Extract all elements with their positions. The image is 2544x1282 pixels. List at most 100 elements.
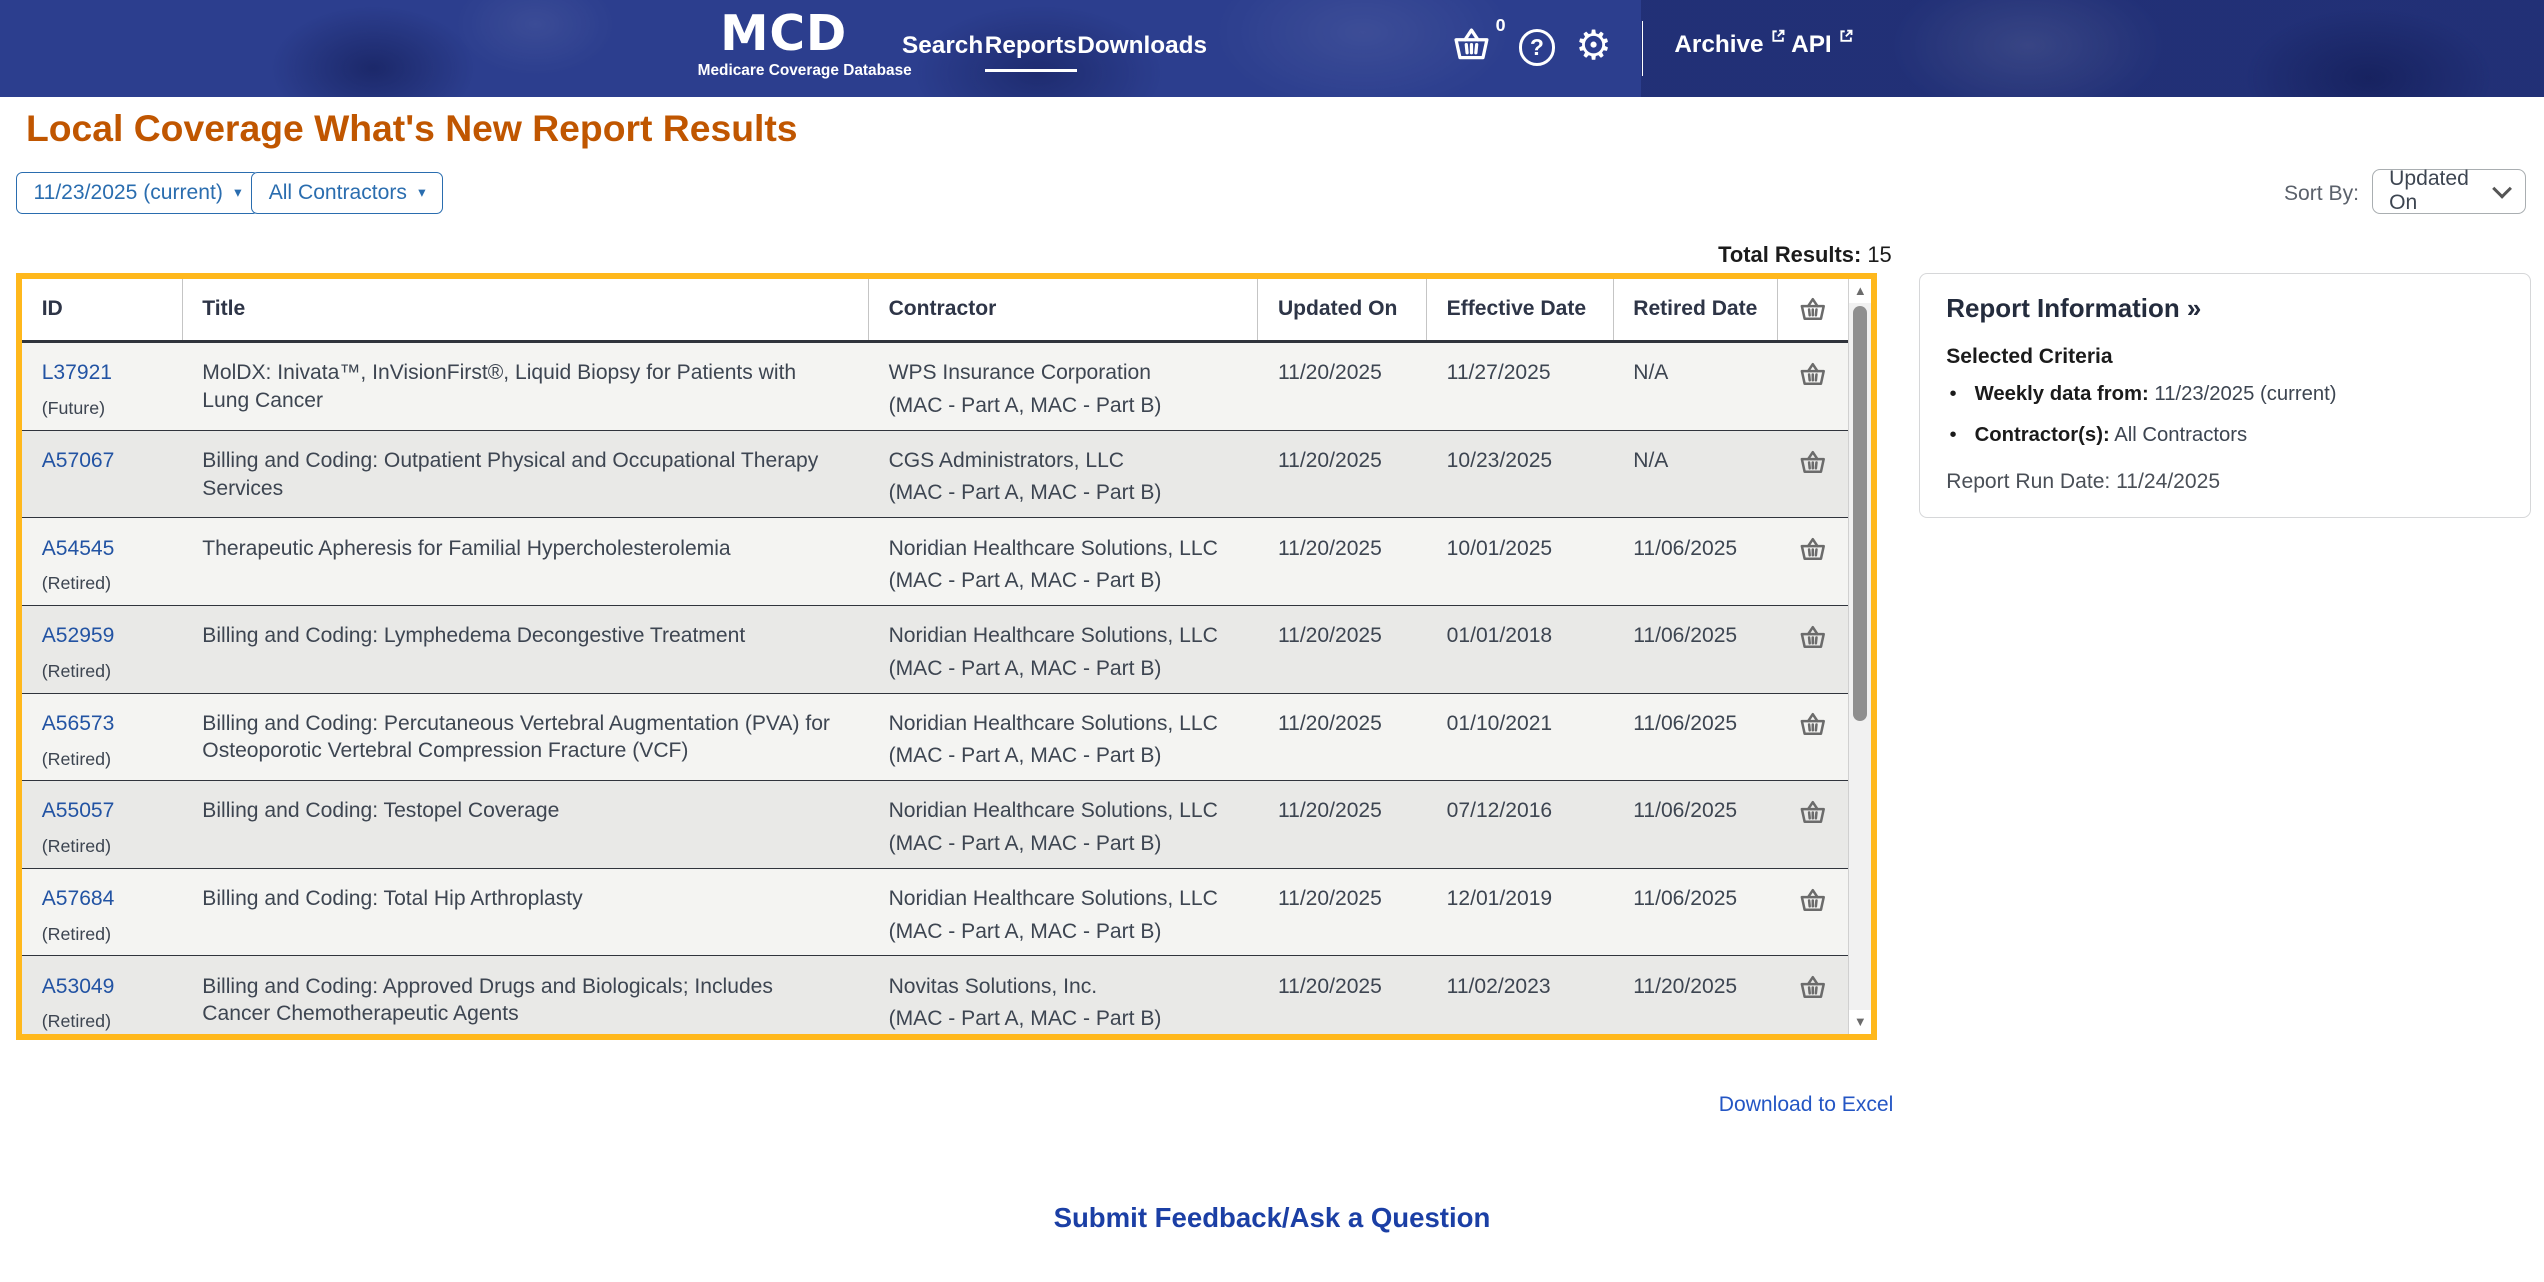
col-header-updated-on: Updated On <box>1258 278 1428 341</box>
document-title: MolDX: Inivata™, InVisionFirst®, Liquid … <box>202 361 797 412</box>
criteria-label: Contractor(s): <box>1974 424 2110 447</box>
nav-search[interactable]: Search <box>902 32 983 60</box>
table-scrollbar[interactable]: ▲ ▼ <box>1848 278 1872 1034</box>
retired-date-cell: 11/20/2025 <box>1614 956 1778 1033</box>
add-to-basket-icon[interactable] <box>1799 974 1827 1000</box>
document-title: Billing and Coding: Total Hip Arthroplas… <box>202 887 583 911</box>
mcd-logo-title: MCD <box>720 5 848 62</box>
effective-date: 11/27/2025 <box>1446 361 1551 385</box>
retired-date-cell: N/A <box>1614 343 1778 430</box>
contractor-name: Novitas Solutions, Inc. <box>888 974 1098 998</box>
contractor-name: Noridian Healthcare Solutions, LLC <box>888 799 1218 823</box>
basket-cell <box>1778 694 1849 781</box>
add-to-basket-icon[interactable] <box>1799 449 1827 475</box>
document-id-link[interactable]: A55057 <box>42 797 115 825</box>
effective-date-cell: 10/01/2025 <box>1427 518 1614 605</box>
add-to-basket-icon[interactable] <box>1799 799 1827 825</box>
table-row: A56573 (Retired) Billing and Coding: Per… <box>22 693 1849 782</box>
selected-criteria-heading: Selected Criteria <box>1946 344 2113 368</box>
help-icon[interactable]: ? <box>1518 29 1556 67</box>
contractor-type: (MAC - Part A, MAC - Part B) <box>888 831 1162 855</box>
nav-downloads[interactable]: Downloads <box>1077 32 1207 60</box>
title-cell: Billing and Coding: Testopel Coverage <box>183 781 869 868</box>
add-to-basket-icon[interactable] <box>1799 361 1827 387</box>
title-cell: Therapeutic Apheresis for Familial Hyper… <box>183 518 869 605</box>
document-id-link[interactable]: A54545 <box>42 535 115 563</box>
gear-icon[interactable]: ⚙ <box>1575 21 1611 70</box>
sort-by-value: Updated On <box>2389 167 2469 215</box>
contractor-type: (MAC - Part A, MAC - Part B) <box>888 393 1162 417</box>
nav-reports[interactable]: Reports <box>984 32 1077 72</box>
retired-date: 11/06/2025 <box>1633 624 1738 648</box>
effective-date: 10/01/2025 <box>1446 536 1553 560</box>
document-id-link[interactable]: A52959 <box>42 622 115 650</box>
retired-date-cell: 11/06/2025 <box>1614 606 1778 693</box>
table-row: A52959 (Retired) Billing and Coding: Lym… <box>22 606 1849 694</box>
contractor-type: (MAC - Part A, MAC - Part B) <box>888 1007 1162 1031</box>
id-cell: A55057 (Retired) <box>22 781 183 868</box>
criteria-label: Weekly data from: <box>1974 383 2149 406</box>
document-status: (Retired) <box>41 660 112 681</box>
contractor-name: Noridian Healthcare Solutions, LLC <box>888 536 1218 560</box>
add-to-basket-icon[interactable] <box>1799 536 1827 562</box>
total-results-label: Total Results: <box>1718 241 1862 267</box>
effective-date-cell: 11/02/2023 <box>1427 956 1614 1033</box>
report-information-heading[interactable]: Report Information » <box>1946 295 2504 324</box>
document-id-link[interactable]: A57684 <box>42 885 115 913</box>
week-filter-value: 11/23/2025 (current) <box>33 181 223 205</box>
basket-icon <box>1454 28 1489 60</box>
col-header-contractor: Contractor <box>869 278 1259 341</box>
criteria-value: 11/23/2025 (current) <box>2154 383 2337 406</box>
contractor-cell: Noridian Healthcare Solutions, LLC (MAC … <box>869 869 1258 956</box>
col-header-retired-date: Retired Date <box>1614 278 1778 341</box>
report-run-date-label: Report Run Date: <box>1946 469 2111 493</box>
contractor-cell: Noridian Healthcare Solutions, LLC (MAC … <box>869 518 1258 605</box>
scroll-up-button[interactable]: ▲ <box>1849 278 1872 303</box>
updated-on: 11/20/2025 <box>1277 536 1382 560</box>
document-status: (Retired) <box>41 748 112 769</box>
document-id-link[interactable]: A56573 <box>42 710 115 738</box>
updated-on-cell: 11/20/2025 <box>1258 606 1427 693</box>
add-to-basket-icon[interactable] <box>1799 624 1827 650</box>
document-title: Billing and Coding: Lymphedema Decongest… <box>202 624 746 648</box>
contractor-filter-dropdown[interactable]: All Contractors ▾ <box>251 171 443 215</box>
basket-cell <box>1778 431 1849 518</box>
document-status: (Retired) <box>41 836 112 857</box>
document-id-link[interactable]: L37921 <box>42 359 112 387</box>
sort-by-select[interactable]: Updated On <box>2371 167 2527 215</box>
scroll-down-button[interactable]: ▼ <box>1849 1009 1872 1034</box>
mcd-logo[interactable]: MCD Medicare Coverage Database <box>698 5 912 80</box>
archive-link[interactable]: Archive <box>1674 29 1786 59</box>
week-filter-dropdown[interactable]: 11/23/2025 (current) ▾ <box>16 171 259 215</box>
results-table: ID Title Contractor Updated On Effective… <box>16 272 1878 1040</box>
retired-date-cell: N/A <box>1614 431 1778 518</box>
criteria-value: All Contractors <box>2114 424 2248 447</box>
contractor-name: WPS Insurance Corporation <box>888 361 1151 385</box>
scrollbar-thumb[interactable] <box>1852 306 1868 722</box>
add-to-basket-icon[interactable] <box>1799 887 1827 913</box>
document-title: Billing and Coding: Outpatient Physical … <box>202 449 819 500</box>
contractor-type: (MAC - Part A, MAC - Part B) <box>888 569 1162 593</box>
updated-on: 11/20/2025 <box>1277 711 1382 735</box>
effective-date-cell: 11/27/2025 <box>1427 343 1614 430</box>
effective-date: 12/01/2019 <box>1446 887 1553 911</box>
add-to-basket-icon[interactable] <box>1799 711 1827 737</box>
contractor-name: Noridian Healthcare Solutions, LLC <box>888 887 1218 911</box>
document-id-link[interactable]: A57067 <box>42 447 115 475</box>
effective-date-cell: 07/12/2016 <box>1427 781 1614 868</box>
submit-feedback-link[interactable]: Submit Feedback/Ask a Question <box>0 1202 2544 1234</box>
updated-on: 11/20/2025 <box>1277 361 1382 385</box>
title-cell: Billing and Coding: Total Hip Arthroplas… <box>183 869 869 956</box>
basket-button[interactable]: 0 <box>1452 15 1506 69</box>
mcd-app: MCD Medicare Coverage Database Search Re… <box>0 0 2544 1282</box>
basket-cell <box>1778 343 1849 430</box>
col-header-title: Title <box>183 278 870 341</box>
page-title: Local Coverage What's New Report Results <box>25 107 798 150</box>
api-link[interactable]: API <box>1791 29 1854 59</box>
bullet: • <box>1949 383 1957 406</box>
document-id-link[interactable]: A53049 <box>42 973 115 1001</box>
col-header-effective-date: Effective Date <box>1427 278 1614 341</box>
download-to-excel-link[interactable]: Download to Excel <box>0 1093 1894 1117</box>
title-cell: Billing and Coding: Percutaneous Vertebr… <box>183 694 869 781</box>
contractor-cell: Noridian Healthcare Solutions, LLC (MAC … <box>869 606 1258 693</box>
